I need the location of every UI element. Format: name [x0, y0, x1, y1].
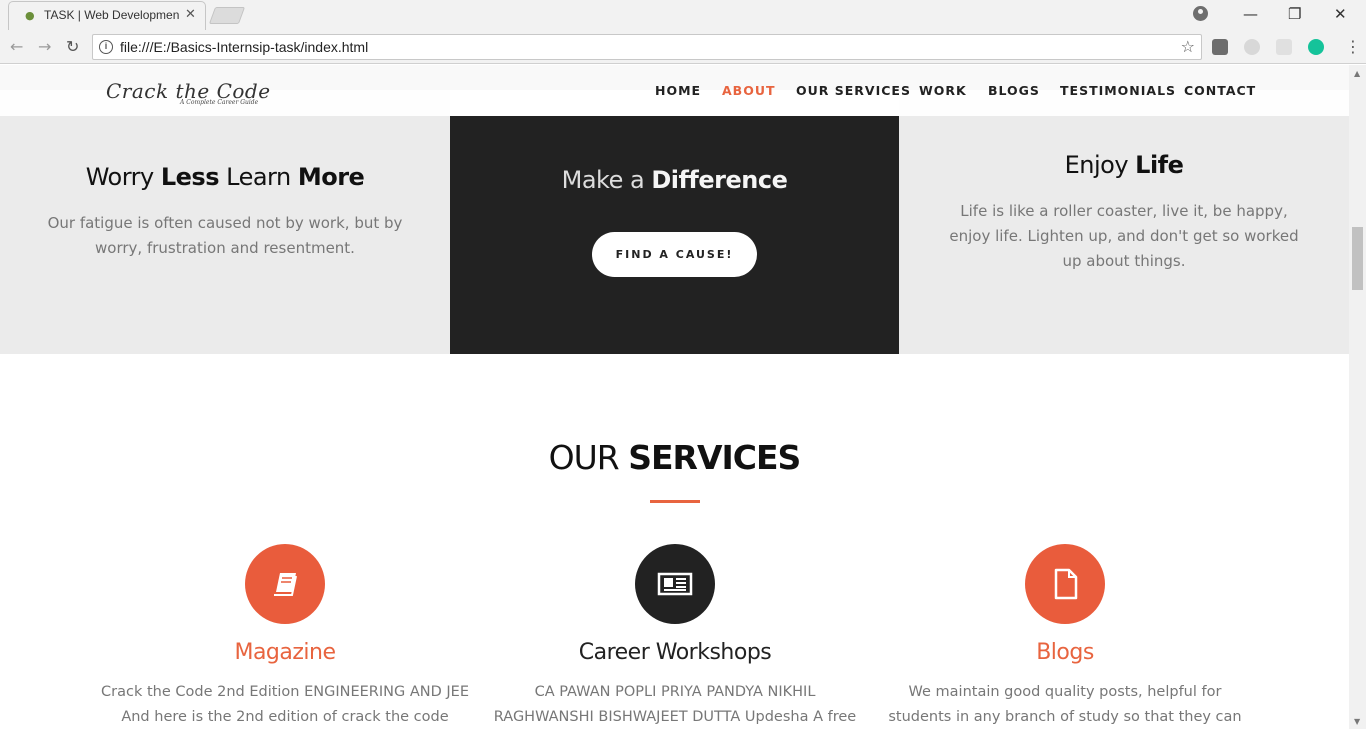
service-icon-circle	[1025, 544, 1105, 624]
nav-home[interactable]: HOME	[655, 83, 701, 98]
grammarly-icon[interactable]	[1308, 39, 1324, 55]
nav-contact[interactable]: CONTACT	[1184, 83, 1256, 98]
service-icon-circle	[635, 544, 715, 624]
favicon-icon: ●	[25, 9, 35, 22]
close-tab-icon[interactable]: ✕	[185, 7, 196, 22]
service-text: We maintain good quality posts, helpful …	[888, 684, 1242, 725]
extension-m-icon[interactable]	[1212, 39, 1228, 55]
services-title: OUR SERVICES	[548, 438, 802, 477]
back-icon[interactable]: ←	[10, 37, 23, 56]
close-window-icon[interactable]: ✕	[1334, 5, 1347, 23]
minimize-icon[interactable]: —	[1243, 5, 1258, 23]
profile-icon[interactable]	[1193, 6, 1208, 21]
promo-title: Make a Difference	[561, 166, 788, 194]
scroll-thumb[interactable]	[1352, 227, 1363, 290]
reload-icon[interactable]: ↻	[66, 37, 79, 56]
service-heading-magazine[interactable]: Magazine	[85, 640, 485, 665]
newspaper-icon	[657, 572, 693, 596]
page-viewport: Worry Less Learn More Our fatigue is oft…	[0, 65, 1349, 729]
nav-testimonials[interactable]: TESTIMONIALS	[1060, 83, 1176, 98]
scroll-down-arrow-icon[interactable]: ▼	[1354, 717, 1360, 726]
browser-tab[interactable]: ● TASK | Web Developmen ✕	[8, 1, 206, 30]
browser-toolbar: ← → ↻ i file:///E:/Basics-Internsip-task…	[0, 30, 1366, 64]
extension-grid-icon[interactable]	[1276, 39, 1292, 55]
restore-icon[interactable]: ❐	[1288, 5, 1301, 23]
service-icon-circle	[245, 544, 325, 624]
title-divider	[650, 500, 700, 503]
tab-title: TASK | Web Developmen	[44, 8, 180, 22]
promo-make-difference: Make a Difference FIND A CAUSE!	[450, 116, 899, 354]
site-logo[interactable]: Crack the Code A Complete Career Guide	[106, 79, 271, 106]
url-text[interactable]: file:///E:/Basics-Internsip-task/index.h…	[120, 39, 368, 55]
nav-about[interactable]: ABOUT	[722, 83, 776, 98]
promo-text: Life is like a roller coaster, live it, …	[949, 202, 1299, 270]
service-text: Crack the Code 2nd Edition ENGINEERING A…	[101, 684, 469, 725]
new-tab-button[interactable]	[208, 7, 246, 24]
site-header: Crack the Code A Complete Career Guide H…	[0, 65, 1349, 116]
service-text: CA PAWAN POPLI PRIYA PANDYA NIKHIL RAGHW…	[493, 684, 857, 725]
book-icon	[274, 573, 297, 596]
browser-titlebar: ● TASK | Web Developmen ✕ — ❐ ✕	[0, 0, 1366, 30]
service-heading-career-workshops[interactable]: Career Workshops	[475, 640, 875, 665]
extension-leaf-icon[interactable]	[1244, 39, 1260, 55]
promo-text: Our fatigue is often caused not by work,…	[47, 214, 403, 257]
forward-icon[interactable]: →	[38, 37, 51, 56]
service-heading-blogs[interactable]: Blogs	[865, 640, 1265, 665]
nav-work[interactable]: WORK	[919, 83, 967, 98]
find-a-cause-button[interactable]: FIND A CAUSE!	[592, 232, 757, 277]
bookmark-star-icon[interactable]: ☆	[1181, 37, 1195, 56]
address-bar[interactable]: i file:///E:/Basics-Internsip-task/index…	[92, 34, 1202, 60]
promo-title: Worry Less Learn More	[85, 163, 365, 191]
page-scrollbar[interactable]: ▲ ▼	[1349, 65, 1366, 729]
nav-our-services[interactable]: OUR SERVICES	[796, 83, 911, 98]
document-icon	[1054, 568, 1078, 600]
nav-blogs[interactable]: BLOGS	[988, 83, 1040, 98]
info-icon[interactable]: i	[99, 40, 113, 54]
promo-title: Enjoy Life	[1064, 151, 1184, 179]
scroll-up-arrow-icon[interactable]: ▲	[1354, 69, 1360, 78]
browser-menu-icon[interactable]: ⋮	[1345, 37, 1361, 56]
